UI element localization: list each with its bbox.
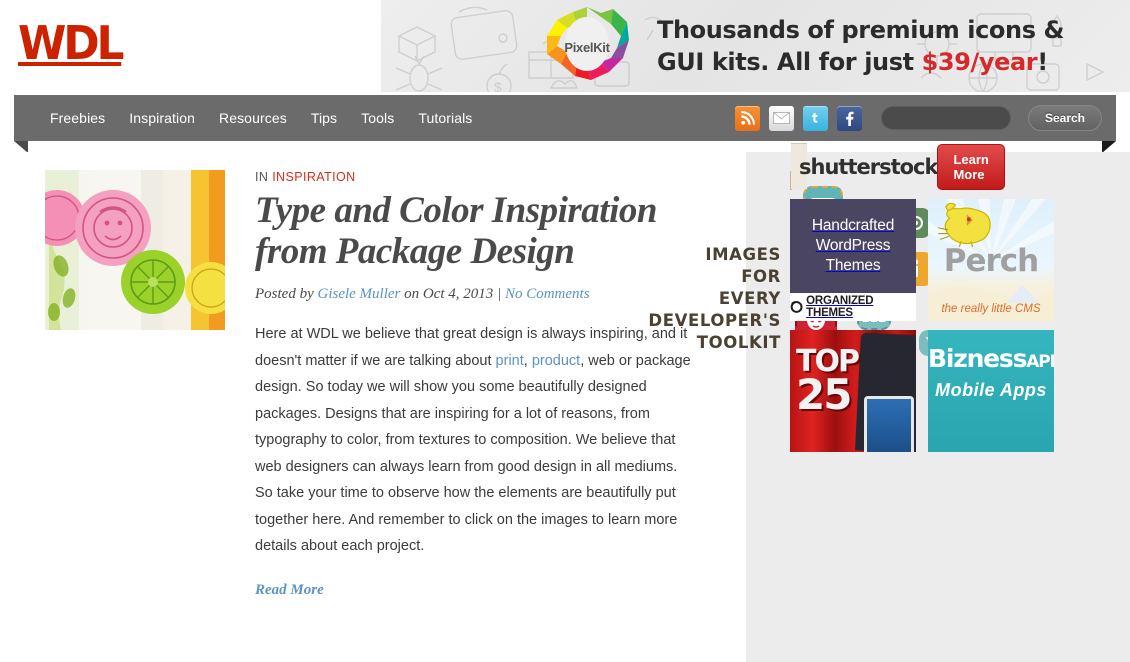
comments-link[interactable]: No Comments: [505, 286, 590, 302]
ot-line-3: Themes: [826, 257, 881, 274]
read-more-link[interactable]: Read More: [255, 582, 324, 599]
excerpt-part-2: ,: [524, 353, 532, 369]
perch-wordmark: Perch: [928, 243, 1054, 279]
excerpt-part-3: , web or package design. So today we wil…: [255, 353, 691, 555]
byline-on: on: [400, 286, 423, 302]
ad-top25[interactable]: TOP 25: [790, 330, 916, 452]
organized-themes-mark: [790, 300, 803, 314]
nav-item-tutorials[interactable]: Tutorials: [418, 110, 472, 126]
top25-line-2: 25: [796, 370, 850, 419]
article-body: IN INSPIRATION Type and Color Inspiratio…: [255, 170, 695, 599]
banner-line-2-prefix: GUI kits. All for just: [657, 48, 922, 76]
email-icon[interactable]: [769, 106, 794, 131]
nav-links: Freebies Inspiration Resources Tips Tool…: [14, 110, 472, 126]
page-content: IN INSPIRATION Type and Color Inspiratio…: [0, 152, 1130, 662]
article-date: Oct 4, 2013: [423, 286, 493, 302]
ad-perch[interactable]: Perch the really little CMS: [928, 199, 1054, 321]
banner-line-2-suffix: !: [1037, 48, 1048, 76]
byline-separator: |: [493, 286, 505, 302]
bizness-wordmark: BiznessAPPS: [928, 344, 1054, 373]
facebook-icon[interactable]: [837, 106, 862, 131]
article-category-line: IN INSPIRATION: [255, 170, 695, 184]
organized-themes-headline: Handcrafted WordPress Themes: [790, 199, 916, 293]
banner-ad-copy: Thousands of premium icons & GUI kits. A…: [657, 14, 1064, 78]
nav-item-inspiration[interactable]: Inspiration: [129, 110, 195, 126]
main-column: IN INSPIRATION Type and Color Inspiratio…: [0, 152, 746, 662]
bizness-brand-1: Bizness: [928, 344, 1026, 373]
nav-item-tools[interactable]: Tools: [361, 110, 394, 126]
site-header: WDL $: [0, 0, 1130, 95]
top25-tablet-graphic: [864, 396, 914, 452]
ot-line-1: Handcrafted: [812, 217, 894, 234]
banner-ad-pixelkit[interactable]: $: [381, 0, 1130, 92]
article-thumbnail[interactable]: [45, 170, 225, 330]
inline-link-product[interactable]: product: [532, 353, 580, 369]
shutterstock-footer: shutterstock Learn More: [791, 171, 792, 189]
bizness-brand-2: APPS: [1026, 352, 1054, 372]
banner-line-1: Thousands of premium icons &: [657, 14, 1064, 46]
pixelkit-logo: PixelKit: [543, 4, 631, 90]
nav-item-resources[interactable]: Resources: [219, 110, 287, 126]
perch-bird-icon: [936, 201, 994, 247]
svg-text:$: $: [494, 79, 502, 92]
ad-row-middle: Handcrafted WordPress Themes ORGANIZED T…: [790, 199, 1130, 321]
ad-row-bottom: TOP 25 BiznessAPPS Mobile Apps: [790, 330, 1130, 452]
search-input[interactable]: [881, 106, 1011, 130]
banner-price: $39/year: [922, 48, 1038, 76]
bizness-tagline: Mobile Apps: [928, 380, 1054, 401]
twitter-icon[interactable]: [803, 106, 828, 131]
perch-tagline: the really little CMS: [928, 303, 1054, 315]
inline-link-print[interactable]: print: [496, 353, 524, 369]
author-link[interactable]: Gisele Muller: [317, 286, 400, 302]
article-byline: Posted by Gisele Muller on Oct 4, 2013 |…: [255, 286, 695, 303]
nav-item-freebies[interactable]: Freebies: [50, 110, 105, 126]
byline-posted-by: Posted by: [255, 286, 317, 302]
organized-themes-brand: ORGANIZED THEMES: [790, 293, 916, 321]
ad-bizness-apps[interactable]: BiznessAPPS Mobile Apps: [928, 330, 1054, 452]
article-title[interactable]: Type and Color Inspiration from Package …: [255, 190, 695, 272]
ot-line-2: WordPress: [816, 237, 891, 254]
nav-item-tips[interactable]: Tips: [311, 110, 337, 126]
ad-organized-themes[interactable]: Handcrafted WordPress Themes ORGANIZED T…: [790, 199, 916, 321]
banner-line-2: GUI kits. All for just $39/year!: [657, 46, 1064, 78]
pixelkit-wordmark: PixelKit: [543, 4, 631, 90]
rss-icon[interactable]: [735, 106, 760, 131]
category-link-inspiration[interactable]: INSPIRATION: [272, 170, 355, 184]
nav-utilities: Search: [735, 95, 1102, 141]
sidebar: IMAGES FOR EVERY DEVELOPER'S TOOLKIT shu…: [746, 152, 1130, 662]
article-post: IN INSPIRATION Type and Color Inspiratio…: [0, 170, 746, 599]
site-logo[interactable]: WDL: [18, 16, 121, 70]
kicker-prefix: IN: [255, 170, 272, 184]
ad-shutterstock[interactable]: IMAGES FOR EVERY DEVELOPER'S TOOLKIT shu…: [790, 171, 792, 190]
search-button[interactable]: Search: [1028, 105, 1102, 131]
article-excerpt: Here at WDL we believe that great design…: [255, 321, 695, 560]
